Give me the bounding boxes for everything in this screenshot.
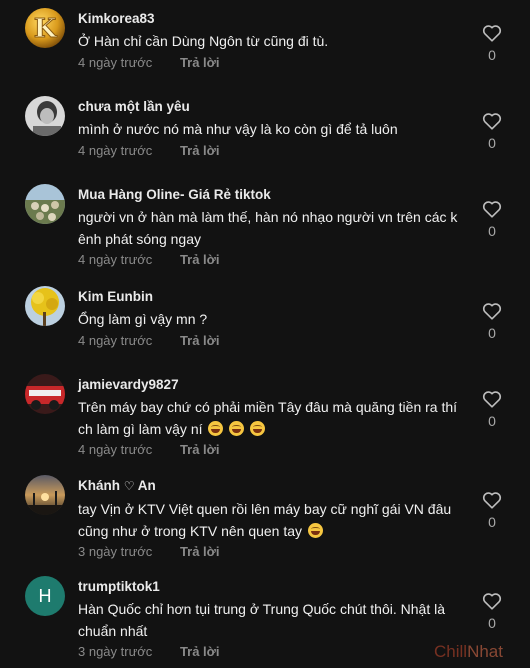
avatar[interactable] [25,96,65,136]
reply-button[interactable]: Trả lời [180,143,220,158]
like-count: 0 [488,615,496,631]
username[interactable]: Kimkorea83 [78,10,468,27]
avatar[interactable] [25,286,65,326]
like-count: 0 [488,47,496,63]
comment-text: Trên máy bay chứ có phải miền Tây đâu mà… [78,399,458,437]
reply-button[interactable]: Trả lời [180,644,220,659]
username[interactable]: Mua Hàng Oline- Giá Rẻ tiktok [78,186,468,203]
reply-button[interactable]: Trả lời [180,442,220,457]
comment-text: mình ở nước nó mà như vậy là ko còn gì đ… [78,121,398,137]
avatar[interactable] [25,184,65,224]
like-count: 0 [488,514,496,530]
laughing-emoji-icon [307,522,323,538]
like-button[interactable]: 0 [480,200,504,239]
timestamp: 4 ngày trước [78,54,153,70]
heart-icon [482,492,502,509]
heart-icon [482,25,502,42]
like-count: 0 [488,325,496,341]
like-button[interactable]: 0 [480,390,504,429]
heart-icon [482,391,502,408]
avatar[interactable] [25,475,65,515]
comment-text: Ở Hàn chỉ cần Dùng Ngôn từ cũng đi tù. [78,33,329,49]
username[interactable]: jamievardy9827 [78,376,468,393]
comment-text: tay Vịn ở KTV Việt quen rồi lên máy bay … [78,501,452,539]
like-button[interactable]: 0 [480,491,504,530]
like-button[interactable]: 0 [480,24,504,63]
reply-button[interactable]: Trả lời [180,55,220,70]
like-count: 0 [488,223,496,239]
timestamp: 4 ngày trước [78,252,153,267]
laughing-emoji-icon [250,420,266,436]
avatar[interactable]: K [25,8,65,48]
svg-text:K: K [34,14,58,44]
like-button[interactable]: 0 [480,592,504,631]
comment-text: người vn ở hàn mà làm thế, hàn nó nhạo n… [78,209,458,247]
avatar-letter: H [39,586,52,606]
heart-icon [482,113,502,130]
like-count: 0 [488,135,496,151]
timestamp: 3 ngày trước [78,544,153,559]
timestamp: 4 ngày trước [78,332,153,348]
reply-button[interactable]: Trả lời [180,252,220,267]
comment-text: Ổng làm gì vậy mn ? [78,311,208,327]
heart-icon [482,303,502,320]
watermark: ChillNhat [434,642,503,661]
comment-text: Hàn Quốc chỉ hơn tụi trung ở Trung Quốc … [78,601,446,639]
reply-button[interactable]: Trả lời [180,333,220,348]
laughing-emoji-icon [208,420,224,436]
heart-icon [482,593,502,610]
avatar[interactable]: H [25,576,65,616]
like-button[interactable]: 0 [480,112,504,151]
timestamp: 4 ngày trước [78,442,153,457]
reply-button[interactable]: Trả lời [180,544,220,559]
username[interactable]: trumptiktok1 [78,578,468,595]
laughing-emoji-icon [229,420,245,436]
like-count: 0 [488,413,496,429]
username[interactable]: Kim Eunbin [78,288,468,305]
heart-icon: ♡ [123,479,135,493]
heart-icon [482,201,502,218]
avatar[interactable] [25,374,65,414]
username[interactable]: Khánh ♡ An [78,477,468,495]
timestamp: 3 ngày trước [78,644,153,659]
timestamp: 4 ngày trước [78,142,153,158]
like-button[interactable]: 0 [480,302,504,341]
username[interactable]: chưa một lần yêu [78,98,468,115]
